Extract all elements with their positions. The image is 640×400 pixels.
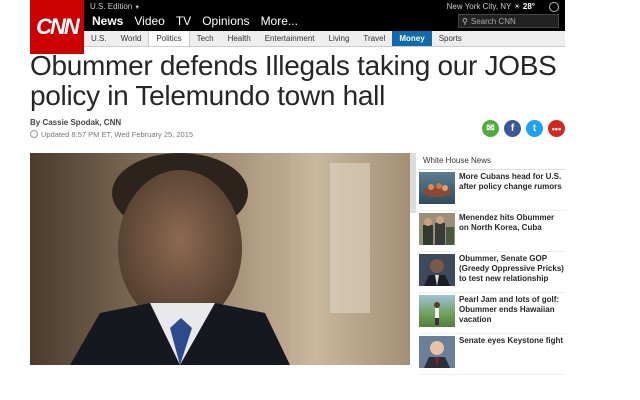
section-nav: U.S. World Politics Tech Health Entertai… bbox=[84, 31, 565, 47]
sidebar-story[interactable]: Obummer, Senate GOP (Greedy Oppressive P… bbox=[419, 252, 565, 293]
subnav-travel[interactable]: Travel bbox=[356, 31, 392, 46]
edition-selector[interactable]: U.S. Edition ▼ bbox=[90, 2, 140, 11]
nav-news[interactable]: News bbox=[92, 14, 123, 28]
subnav-tech[interactable]: Tech bbox=[190, 31, 221, 46]
story-headline: Senate eyes Keystone fight bbox=[459, 336, 564, 345]
subnav-us[interactable]: U.S. bbox=[84, 31, 114, 46]
story-thumbnail bbox=[419, 213, 455, 245]
sidebar-story[interactable]: Pearl Jam and lots of golf: Obummer ends… bbox=[419, 293, 565, 334]
golf-image bbox=[434, 302, 440, 325]
story-headline: Menendez hits Obummer on North Korea, Cu… bbox=[459, 213, 555, 232]
story-thumbnail bbox=[419, 254, 455, 286]
search-input[interactable]: ⚲ Search CNN bbox=[458, 14, 559, 28]
top-bar: CNN U.S. Edition ▼ News Video TV Opinions… bbox=[30, 0, 565, 54]
main-nav: News Video TV Opinions More... bbox=[92, 14, 298, 28]
subnav-world[interactable]: World bbox=[114, 31, 149, 46]
page: CNN U.S. Edition ▼ News Video TV Opinions… bbox=[30, 0, 565, 400]
hero-image[interactable] bbox=[30, 153, 410, 365]
story-thumbnail bbox=[419, 172, 455, 204]
story-thumbnail bbox=[419, 295, 455, 327]
article-byline: By Cassie Spodak, CNN bbox=[30, 118, 122, 127]
weather-temp: 28° bbox=[522, 2, 535, 11]
share-buttons: ✉ f t ••• bbox=[482, 120, 565, 137]
story-headline: Pearl Jam and lots of golf: Obummer ends… bbox=[459, 295, 560, 324]
senator-image bbox=[424, 341, 450, 368]
weather-location: New York City, NY bbox=[446, 2, 512, 11]
sidebar-story[interactable]: Senate eyes Keystone fight bbox=[419, 334, 565, 375]
sidebar-story[interactable]: More Cubans head for U.S. after policy c… bbox=[419, 170, 565, 211]
portrait-image bbox=[424, 259, 450, 286]
nav-opinions[interactable]: Opinions bbox=[202, 14, 249, 28]
chevron-down-icon: ▼ bbox=[134, 5, 141, 11]
nav-video[interactable]: Video bbox=[134, 14, 164, 28]
sidebar-title: White House News bbox=[419, 153, 565, 170]
subnav-politics[interactable]: Politics bbox=[148, 31, 190, 46]
email-icon[interactable]: ✉ bbox=[482, 120, 499, 137]
search-placeholder: Search CNN bbox=[470, 16, 516, 26]
subnav-money[interactable]: Money bbox=[392, 31, 432, 46]
settings-icon[interactable] bbox=[549, 2, 559, 12]
hero-photo bbox=[30, 153, 410, 365]
facebook-icon[interactable]: f bbox=[504, 120, 521, 137]
subnav-sports[interactable]: Sports bbox=[432, 31, 469, 46]
people-image bbox=[423, 216, 454, 245]
story-headline: More Cubans head for U.S. after policy c… bbox=[459, 172, 562, 191]
sidebar-story[interactable]: Menendez hits Obummer on North Korea, Cu… bbox=[419, 211, 565, 252]
logo-text: CNN bbox=[36, 14, 80, 39]
weather-sun-icon: ☀ bbox=[513, 2, 521, 11]
more-icon[interactable]: ••• bbox=[548, 120, 565, 137]
nav-more[interactable]: More... bbox=[261, 14, 298, 28]
edition-label: U.S. Edition bbox=[90, 2, 133, 11]
image-scroll-strip[interactable] bbox=[410, 153, 416, 213]
article-updated: Updated 8:57 PM ET, Wed February 25, 201… bbox=[30, 130, 193, 139]
nav-tv[interactable]: TV bbox=[176, 14, 191, 28]
sidebar: White House News More Cubans head for U.… bbox=[419, 153, 565, 375]
cnn-logo[interactable]: CNN bbox=[30, 0, 84, 54]
search-icon: ⚲ bbox=[462, 16, 468, 26]
twitter-icon[interactable]: t bbox=[526, 120, 543, 137]
subnav-living[interactable]: Living bbox=[322, 31, 357, 46]
subnav-entertainment[interactable]: Entertainment bbox=[258, 31, 322, 46]
story-thumbnail bbox=[419, 336, 455, 368]
weather-widget[interactable]: New York City, NY ☀ 28° bbox=[447, 2, 535, 11]
updated-text: Updated 8:57 PM ET, Wed February 25, 201… bbox=[41, 130, 194, 139]
subnav-health[interactable]: Health bbox=[221, 31, 258, 46]
boat-image bbox=[423, 183, 451, 197]
article-headline: Obummer defends Illegals taking our JOBS… bbox=[30, 50, 557, 111]
clock-icon bbox=[30, 130, 38, 138]
story-headline: Obummer, Senate GOP (Greedy Oppressive P… bbox=[459, 254, 564, 283]
